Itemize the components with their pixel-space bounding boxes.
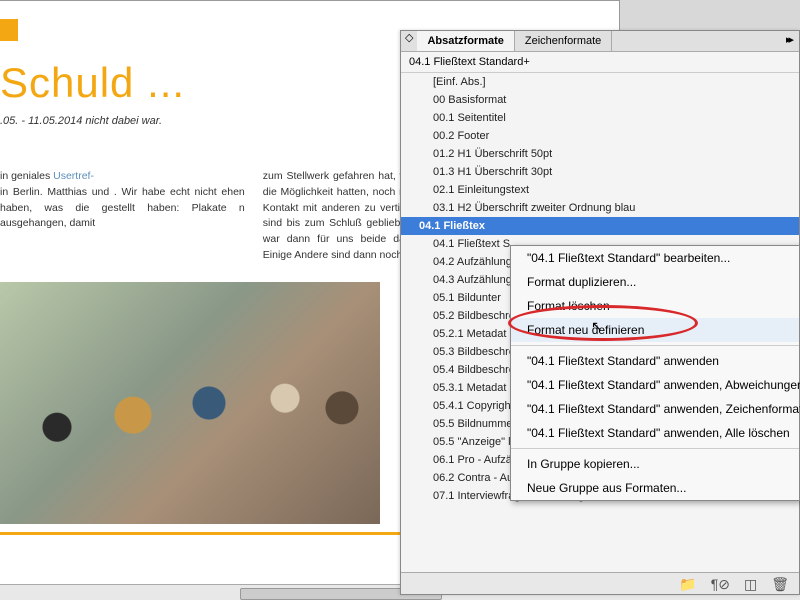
style-item[interactable]: 01.3 H1 Überschrift 30pt xyxy=(401,163,799,181)
style-item[interactable]: 00 Basisformat xyxy=(401,91,799,109)
clear-overrides-icon[interactable]: ¶⊘ xyxy=(711,576,730,591)
menu-separator xyxy=(511,448,799,449)
col1-text-b: in Berlin. Matthias und . Wir habe echt … xyxy=(0,186,245,230)
link-word[interactable]: Usertref- xyxy=(53,170,94,182)
menu-item[interactable]: "04.1 Fließtext Standard" anwenden xyxy=(511,349,799,373)
menu-item[interactable]: "04.1 Fließtext Standard" anwenden, Alle… xyxy=(511,421,799,445)
menu-separator xyxy=(511,345,799,346)
collapse-arrows-icon[interactable]: ▸▸ xyxy=(778,31,799,51)
folder-icon[interactable]: 📁 xyxy=(679,576,696,591)
style-item[interactable]: 00.2 Footer xyxy=(401,127,799,145)
menu-item[interactable]: Format duplizieren... xyxy=(511,270,799,294)
menu-item[interactable]: "04.1 Fließtext Standard" bearbeiten... xyxy=(511,246,799,270)
menu-item[interactable]: "04.1 Fließtext Standard" anwenden, Zeic… xyxy=(511,397,799,421)
context-menu: "04.1 Fließtext Standard" bearbeiten...F… xyxy=(510,245,800,501)
menu-item[interactable]: In Gruppe kopieren... xyxy=(511,452,799,476)
sort-icon[interactable]: ◇ xyxy=(401,31,417,51)
style-item[interactable]: [Einf. Abs.] xyxy=(401,73,799,91)
tab-zeichenformate[interactable]: Zeichenformate xyxy=(515,31,612,51)
panel-tabs: ◇ Absatzformate Zeichenformate ▸▸ xyxy=(401,31,799,52)
orange-marker xyxy=(0,19,18,41)
column-1: in geniales Usertref- in Berlin. Matthia… xyxy=(0,169,245,264)
style-item[interactable]: 03.1 H2 Überschrift zweiter Ordnung blau xyxy=(401,199,799,217)
new-style-icon[interactable]: ◫ xyxy=(744,576,757,591)
menu-item[interactable]: Format neu definieren xyxy=(511,318,799,342)
menu-item[interactable]: Neue Gruppe aus Formaten... xyxy=(511,476,799,500)
col1-text-a: in geniales xyxy=(0,170,53,182)
style-item[interactable]: 02.1 Einleitungstext xyxy=(401,181,799,199)
menu-item[interactable]: "04.1 Fließtext Standard" anwenden, Abwe… xyxy=(511,373,799,397)
panel-footer: 📁 ¶⊘ ◫ 🗑 xyxy=(401,572,799,594)
current-style-indicator: 04.1 Fließtext Standard+ xyxy=(401,52,799,73)
tab-absatzformate[interactable]: Absatzformate xyxy=(417,31,514,51)
article-photo xyxy=(0,282,380,524)
style-item[interactable]: 00.1 Seitentitel xyxy=(401,109,799,127)
trash-icon[interactable]: 🗑 xyxy=(771,576,789,591)
style-item[interactable]: 04.1 Fließtex xyxy=(401,217,799,235)
style-item[interactable]: 01.2 H1 Überschrift 50pt xyxy=(401,145,799,163)
menu-item[interactable]: Format löschen xyxy=(511,294,799,318)
